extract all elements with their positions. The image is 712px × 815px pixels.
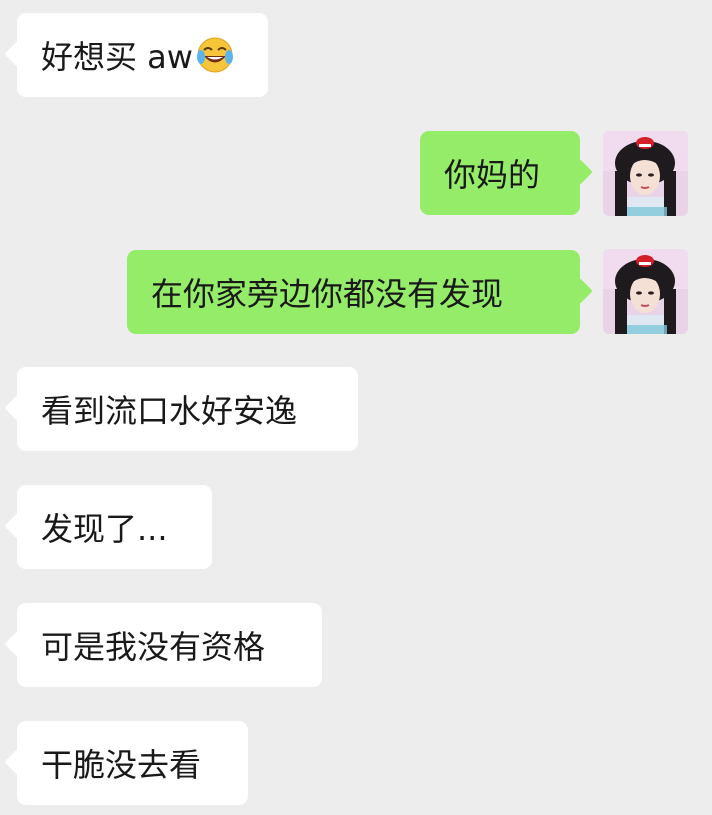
avatar-image xyxy=(603,249,688,334)
message-bubble-incoming[interactable]: 好想买 aw xyxy=(17,13,268,97)
message-bubble-outgoing[interactable]: 在你家旁边你都没有发现 xyxy=(127,250,580,334)
message-bubble-outgoing[interactable]: 你妈的 xyxy=(420,131,580,215)
message-text: 看到流口水好安逸 xyxy=(41,392,298,430)
message-text: 好想买 aw xyxy=(41,38,193,76)
message-text: 可是我没有资格 xyxy=(41,628,266,666)
message-bubble-incoming[interactable]: 发现了... xyxy=(17,485,212,569)
avatar-image xyxy=(603,131,688,216)
message-bubble-incoming[interactable]: 可是我没有资格 xyxy=(17,603,322,687)
message-bubble-incoming[interactable]: 看到流口水好安逸 xyxy=(17,367,358,451)
message-text: 发现了... xyxy=(41,510,168,548)
user-avatar[interactable] xyxy=(603,249,688,334)
message-text: 在你家旁边你都没有发现 xyxy=(151,275,504,313)
message-bubble-incoming[interactable]: 干脆没去看 xyxy=(17,721,248,805)
message-text: 你妈的 xyxy=(444,156,541,194)
laugh-cry-icon xyxy=(196,37,233,73)
message-text: 干脆没去看 xyxy=(41,746,202,784)
user-avatar[interactable] xyxy=(603,131,688,216)
